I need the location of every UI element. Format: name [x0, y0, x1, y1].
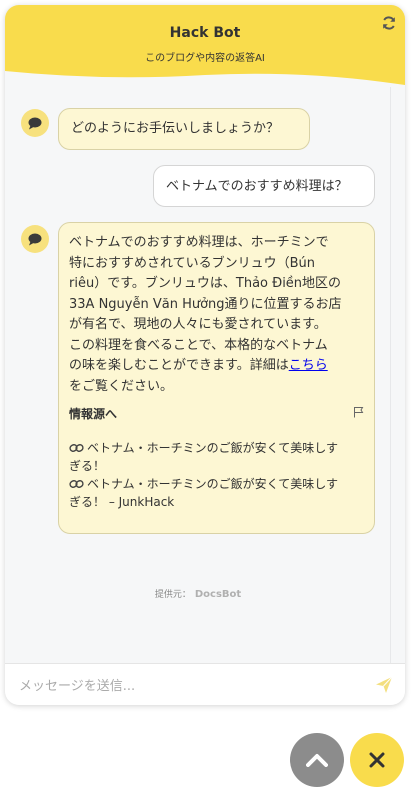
message-line: 33A Nguyễn Văn Hưởng通りに位置するお店: [69, 296, 342, 312]
message-line: をご覧ください。: [69, 378, 174, 394]
source-link-text: ぎる！ – JunkHack: [69, 495, 175, 509]
source-link-text: ぎる！: [69, 459, 106, 473]
message-line: ベトナムでのおすすめ料理は、ホーチミンで: [69, 235, 329, 250]
powered-by[interactable]: 提供元： DocsBot: [5, 587, 391, 600]
bot-message: ベトナムでのおすすめ料理は、ホーチミンで 特におすすめされているブンリュウ（Bú…: [58, 222, 375, 534]
close-icon: [369, 752, 385, 768]
message-line: riêu）です。ブンリュウは、Thảo Điền地区の: [69, 276, 342, 291]
chat-bubble-icon: [28, 117, 42, 129]
powered-by-label: 提供元：: [154, 590, 191, 600]
message-input-bar: [5, 663, 405, 705]
link-icon: [69, 480, 84, 488]
message-line: この料理を食べることで、本格的なベトナム: [69, 337, 328, 353]
message-line: が有名で、現地の人々にも愛されています。: [69, 317, 327, 332]
scrollbar[interactable]: [390, 87, 405, 663]
message-line: の味を楽しむことができます。詳細は: [69, 358, 289, 373]
chevron-up-icon: [306, 754, 328, 767]
message-list: どのようにお手伝いしましょうか？ ベトナムでのおすすめ料理は？ ベトナムでのおす…: [5, 87, 391, 663]
send-icon[interactable]: [375, 676, 393, 694]
refresh-icon[interactable]: [381, 15, 397, 31]
message-text: どのようにお手伝いしましょうか？: [71, 121, 280, 136]
chat-subtitle: このブログや内容の返答AI: [145, 53, 265, 64]
bot-message: どのようにお手伝いしましょうか？: [58, 108, 310, 150]
chat-widget: Hack Bot このブログや内容の返答AI どのようにお手伝いしましょうか？ …: [5, 5, 405, 705]
message-line: 特におすすめされているブンリュウ（Bún: [69, 255, 316, 271]
message-input[interactable]: [17, 674, 361, 698]
bot-avatar: [21, 109, 49, 137]
sources-title[interactable]: 情報源へ: [69, 404, 117, 425]
bot-avatar: [21, 225, 49, 253]
link-icon: [69, 444, 84, 452]
chat-header: Hack Bot このブログや内容の返答AI: [5, 5, 405, 87]
source-link[interactable]: ベトナム・ホーチミンのご飯が安くて美味しす ぎる！: [69, 439, 364, 475]
details-link[interactable]: こちら: [289, 358, 328, 373]
message-text: ベトナムでのおすすめ料理は、ホーチミンで 特におすすめされているブンリュウ（Bú…: [69, 233, 369, 397]
flag-icon[interactable]: [353, 406, 364, 418]
chat-title: Hack Bot: [169, 25, 241, 41]
chat-bubble-icon: [28, 233, 42, 245]
source-link[interactable]: ベトナム・ホーチミンのご飯が安くて美味しす ぎる！ – JunkHack: [69, 475, 364, 511]
brand-logo[interactable]: DocsBot: [195, 589, 241, 600]
user-message: ベトナムでのおすすめ料理は？: [153, 165, 375, 207]
message-text: ベトナムでのおすすめ料理は？: [166, 179, 348, 194]
source-link-text: ベトナム・ホーチミンのご飯が安くて美味しす: [87, 441, 339, 455]
scroll-up-button[interactable]: [290, 733, 344, 787]
source-link-text: ベトナム・ホーチミンのご飯が安くて美味しす: [87, 477, 339, 491]
close-chat-button[interactable]: [350, 733, 404, 787]
